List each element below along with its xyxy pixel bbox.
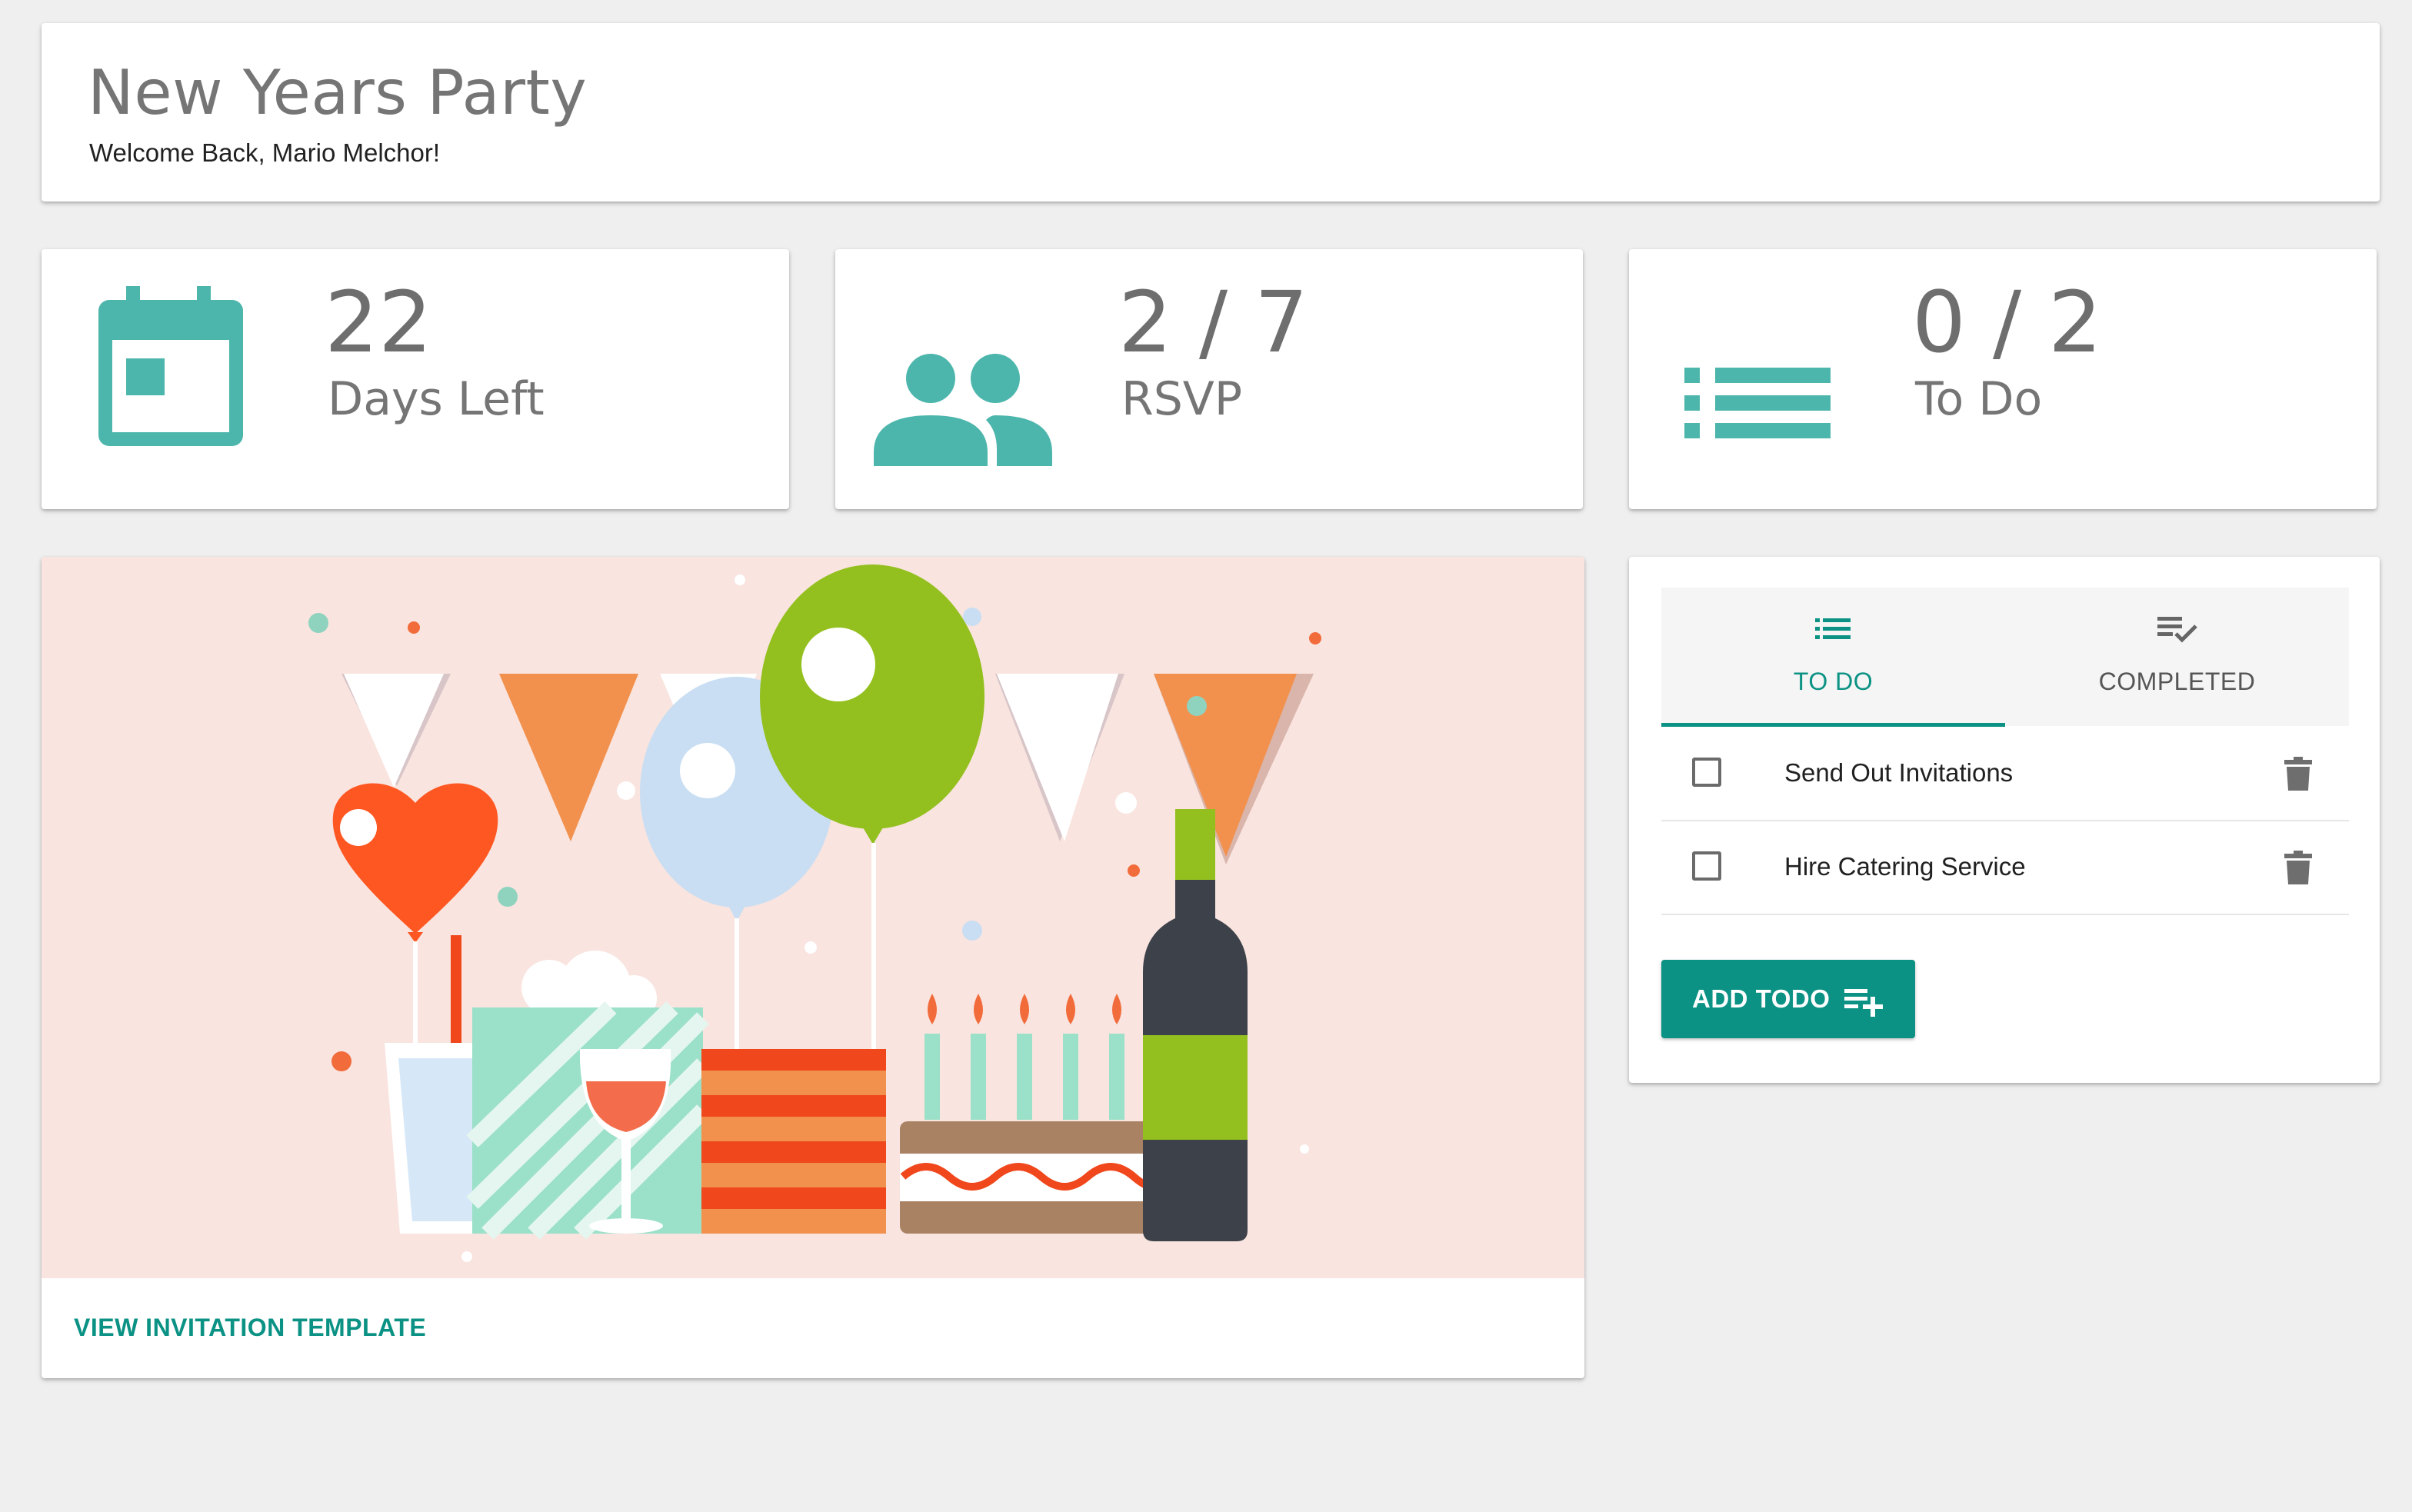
tab-completed-label: COMPLETED [2098, 668, 2256, 695]
todo-checkbox[interactable] [1692, 851, 1721, 881]
trash-icon[interactable] [2283, 849, 2314, 886]
list-icon [1684, 368, 1831, 438]
todo-item: Send Out Invitations [1661, 728, 2349, 821]
todo-item-label: Hire Catering Service [1784, 852, 2026, 881]
todo-count-label: To Do [1915, 372, 2043, 426]
active-tab-indicator [1661, 723, 2005, 727]
invitation-card: VIEW INVITATION TEMPLATE [42, 557, 1584, 1378]
todo-tabs: TO DO COMPLETED [1661, 588, 2349, 726]
todo-count-value: 0 / 2 [1912, 273, 2102, 371]
days-left-label: Days Left [328, 372, 545, 426]
people-icon [874, 354, 1052, 466]
add-todo-button[interactable]: ADD TODO [1661, 960, 1915, 1038]
view-invitation-template-link[interactable]: VIEW INVITATION TEMPLATE [74, 1314, 426, 1342]
add-todo-label: ADD TODO [1692, 984, 1831, 1013]
tab-to-do-label: TO DO [1793, 668, 1874, 695]
list-icon [1814, 618, 1851, 639]
tab-to-do[interactable]: TO DO [1661, 588, 2005, 726]
todo-item: Hire Catering Service [1661, 821, 2349, 915]
rsvp-value: 2 / 7 [1118, 273, 1308, 371]
calendar-icon [98, 286, 243, 446]
todo-panel: TO DO COMPLETED Send Out Invitations Hir… [1629, 557, 2380, 1083]
rsvp-card: 2 / 7 RSVP [835, 249, 1583, 509]
tab-completed[interactable]: COMPLETED [2005, 588, 2349, 726]
days-left-card: 22 Days Left [42, 249, 789, 509]
welcome-message: Welcome Back, Mario Melchor! [89, 138, 441, 167]
rsvp-label: RSVP [1121, 372, 1243, 426]
playlist-add-icon [1844, 989, 1883, 1017]
trash-icon[interactable] [2283, 755, 2314, 792]
header-card: New Years Party Welcome Back, Mario Melc… [42, 23, 2380, 201]
todo-count-card: 0 / 2 To Do [1629, 249, 2377, 509]
todo-checkbox[interactable] [1692, 758, 1721, 787]
page-title: New Years Party [88, 57, 588, 128]
playlist-check-icon [2157, 617, 2197, 643]
party-illustration [42, 557, 1584, 1278]
todo-item-label: Send Out Invitations [1784, 758, 2014, 787]
days-left-value: 22 [325, 273, 432, 371]
